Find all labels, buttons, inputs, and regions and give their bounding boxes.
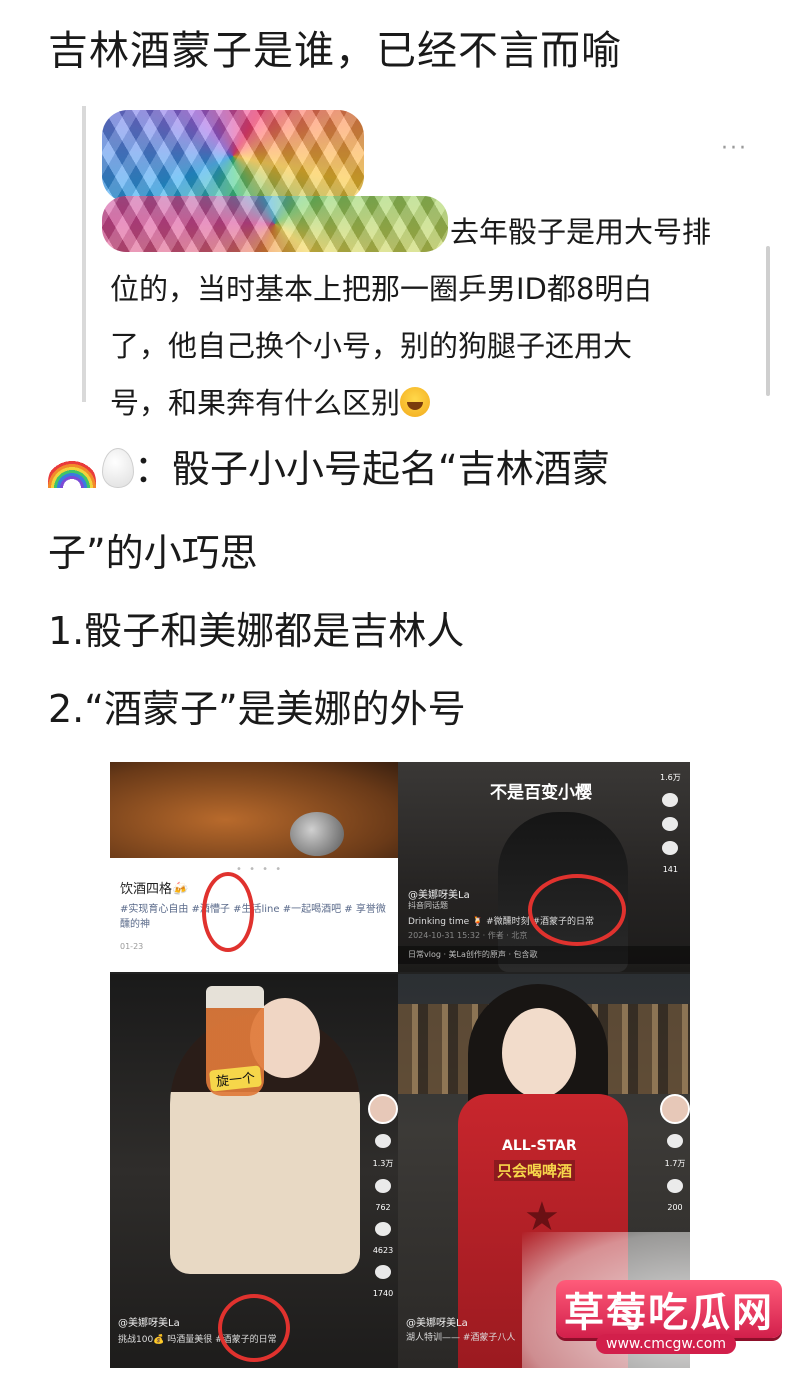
favorite-star-icon[interactable] [375,1222,391,1236]
video-side-actions: 1.7万 200 [660,1094,690,1212]
quote-divider [82,106,86,402]
comment-icon[interactable] [662,793,679,807]
like-heart-icon[interactable] [667,1134,683,1148]
video-side-actions: 1.3万 762 4623 1740 [368,1094,398,1298]
collage-cell-video-2: 旋一个 @美娜呀美La 挑战100💰 吗酒量美很 #酒蒙子的日常 1.3万 76… [110,974,398,1368]
favorite-count: 4623 [372,1246,394,1255]
person-face [502,1008,576,1098]
post-body: ：骰子小小号起名“吉林酒蒙 子”的小巧思 1.骰子和美娜都是吉林人 2.“酒蒙子… [48,430,768,748]
body-point-1: 1.骰子和美娜都是吉林人 [48,609,465,653]
like-count: 1.7万 [664,1159,686,1168]
video-date: 2024-10-31 15:32 · 作者 · 北京 [408,931,528,940]
site-watermark: 草莓吃瓜网 www.cmcgw.com [522,1232,799,1387]
video-side-actions: 1.6万 141 [660,772,681,874]
share-count: 141 [662,865,678,874]
music-bar: 日常vlog · 美La创作的原声 · 包含歌 [398,946,690,964]
jersey-text: ALL-STAR [502,1138,577,1154]
annotation-circle [202,872,254,952]
video-description: 湖人特训—— #酒蒙子八人 [406,1333,516,1343]
rainbow-emoji-icon [48,458,96,488]
post-date: 01-23 [120,942,144,951]
like-count: 1.6万 [660,773,681,782]
like-heart-icon[interactable] [375,1134,391,1148]
video-username: @美娜呀美La [408,890,470,901]
video-caption: 只会喝啤酒 [494,1160,576,1181]
body-title-line: ：骰子小小号起名“吉林酒蒙 [48,430,768,514]
body-title-line-2: 子”的小巧思 [48,531,258,575]
creator-avatar[interactable] [368,1094,398,1124]
egg-emoji-icon [102,448,134,488]
quoted-comment: ··· 去年骰子是用大号排 位的，当时基本上把那一圈乒男ID都8明白 了，他自己… [82,106,772,420]
video-username: @美娜呀美La [118,1318,180,1329]
video-caption: 不是百变小樱 [490,783,592,803]
comment-count: 762 [375,1203,391,1212]
quote-line-last: 号，和果奔有什么区别 [110,375,750,432]
watermark-logo-text: 草莓吃瓜网 [556,1280,782,1338]
body-point-2: 2.“酒蒙子”是美娜的外号 [48,687,466,731]
share-icon[interactable] [662,841,679,855]
favorite-star-icon[interactable] [662,817,679,831]
quote-text: 去年骰子是用大号排 位的，当时基本上把那一圈乒男ID都8明白 了，他自己换个小号… [110,204,750,432]
quote-line: 去年骰子是用大号排 [450,215,712,249]
share-count: 1740 [372,1289,394,1298]
collage-cell-video-1: 不是百变小樱 @美娜呀美La 抖音同话题 Drinking time 🍹 #微醺… [398,762,690,972]
comment-count: 200 [667,1203,683,1212]
comment-icon[interactable] [667,1179,683,1193]
watermark-url: www.cmcgw.com [596,1334,736,1354]
more-options-icon[interactable]: ··· [721,136,748,161]
annotation-circle [218,1294,290,1362]
share-icon[interactable] [375,1265,391,1279]
scrollbar[interactable] [766,246,770,396]
creator-avatar[interactable] [660,1094,690,1124]
collage-cell-post: • • • • 饮酒四格🍻 #实现育心自由 #酒懵子 #生活line #一起喝酒… [110,762,398,972]
post-headline: 吉林酒蒙子是谁，已经不言而喻 [48,28,622,74]
post-title: 饮酒四格🍻 [120,882,189,897]
like-count: 1.3万 [372,1159,394,1168]
carousel-dots: • • • • [236,864,284,875]
video-username: @美娜呀美La [406,1318,468,1329]
quote-line: 了，他自己换个小号，别的狗腿子还用大 [110,329,633,363]
comment-icon[interactable] [375,1179,391,1193]
annotation-circle [528,874,626,946]
video-subtitle: 抖音同话题 [408,901,448,910]
pixelated-username-mosaic [102,110,364,202]
hotpot-photo [110,762,398,858]
emoji-group [48,436,134,514]
post-tags: #实现育心自由 #酒懵子 #生活line #一起喝酒吧 # 享誉微醺的神 [120,904,386,930]
laughing-emoji-icon [400,387,431,417]
quote-line: 位的，当时基本上把那一圈乒男ID都8明白 [110,272,653,306]
